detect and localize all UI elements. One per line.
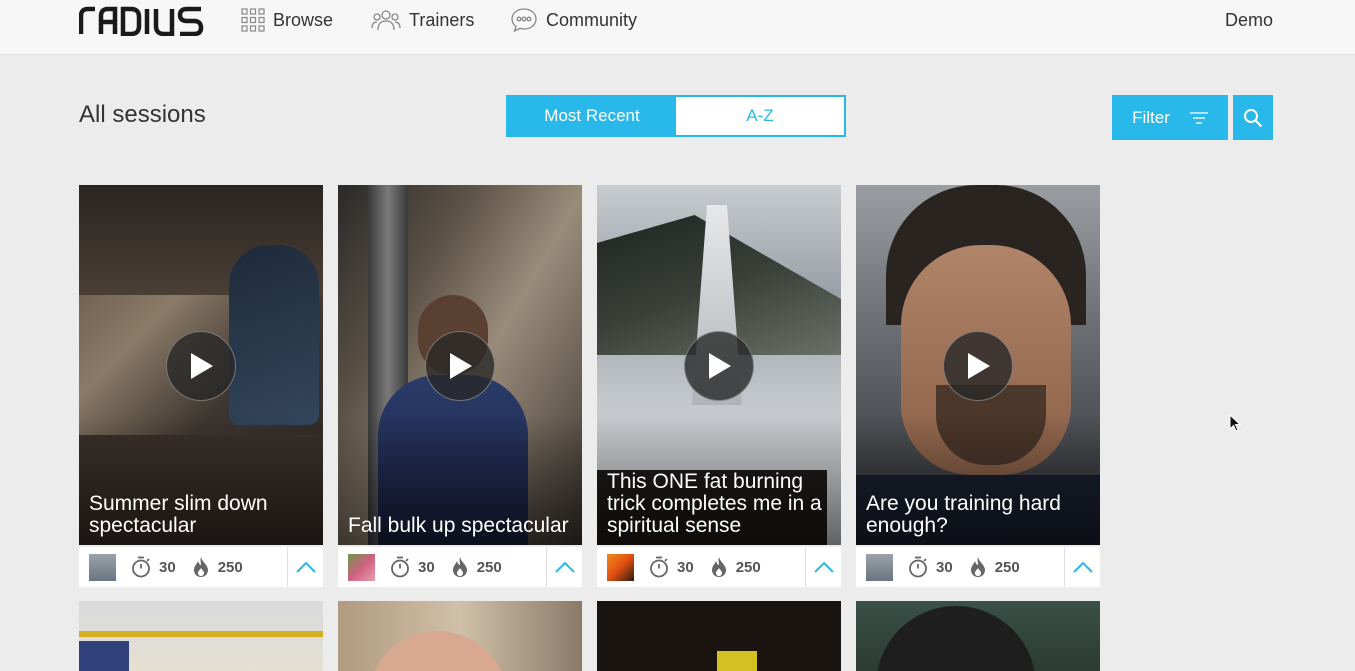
duration-value: 30 <box>936 558 953 576</box>
session-meta: 30 250 <box>597 547 841 587</box>
top-nav: Browse Trainers Community Demo <box>0 0 1355 55</box>
calories-value: 250 <box>476 558 502 576</box>
nav-trainers-label: Trainers <box>409 9 475 30</box>
calories-stat: 250 <box>710 556 761 578</box>
stopwatch-icon <box>650 556 668 578</box>
expand-button[interactable] <box>1064 547 1100 587</box>
session-card-thumbnail[interactable] <box>338 601 582 671</box>
stopwatch-icon <box>909 556 927 578</box>
play-icon <box>450 353 472 379</box>
session-thumbnail[interactable]: Are you training hard enough? <box>856 185 1100 545</box>
session-meta: 30 250 <box>79 547 323 587</box>
session-title: This ONE fat burning trick completes me … <box>607 470 822 537</box>
nav-community-label: Community <box>546 9 638 30</box>
stopwatch-icon <box>391 556 409 578</box>
session-card[interactable]: Are you training hard enough? 30 250 <box>856 185 1100 587</box>
chat-bubble-icon <box>511 8 537 33</box>
duration-value: 30 <box>159 558 176 576</box>
session-card-thumbnail[interactable] <box>79 601 323 671</box>
mouse-cursor <box>1229 414 1241 432</box>
flame-icon <box>452 557 467 577</box>
grid-icon <box>241 8 265 32</box>
search-icon <box>1244 108 1263 127</box>
chevron-up-icon <box>813 561 834 573</box>
page-title: All sessions <box>79 101 206 128</box>
flame-icon <box>193 557 208 577</box>
nav-browse-label: Browse <box>273 9 334 30</box>
duration-value: 30 <box>677 558 694 576</box>
calories-value: 250 <box>217 558 243 576</box>
play-icon <box>968 353 990 379</box>
duration-value: 30 <box>418 558 435 576</box>
sort-most-recent-button[interactable]: Most Recent <box>508 97 676 135</box>
session-thumbnail[interactable]: This ONE fat burning trick completes me … <box>597 185 841 545</box>
calories-stat: 250 <box>451 556 502 578</box>
flame-icon <box>970 557 985 577</box>
expand-button[interactable] <box>287 547 323 587</box>
duration-stat: 30 <box>908 556 953 578</box>
nav-trainers[interactable]: Trainers <box>371 0 474 40</box>
session-thumbnail[interactable]: Summer slim down spectacular <box>79 185 323 545</box>
trainer-avatar[interactable] <box>866 553 893 581</box>
expand-button[interactable] <box>805 547 841 587</box>
session-thumbnail[interactable]: Fall bulk up spectacular <box>338 185 582 545</box>
calories-value: 250 <box>994 558 1020 576</box>
play-button[interactable] <box>425 331 495 401</box>
session-meta: 30 250 <box>338 547 582 587</box>
sort-toggle: Most Recent A-Z <box>506 95 846 137</box>
duration-stat: 30 <box>131 556 176 578</box>
session-title: Summer slim down spectacular <box>89 492 268 537</box>
filter-lines-icon <box>1189 111 1208 124</box>
search-button[interactable] <box>1233 95 1273 140</box>
trainer-avatar[interactable] <box>607 553 634 581</box>
flame-icon <box>711 557 726 577</box>
session-card[interactable]: Summer slim down spectacular 30 250 <box>79 185 323 587</box>
calories-value: 250 <box>735 558 761 576</box>
expand-button[interactable] <box>546 547 582 587</box>
stopwatch-icon <box>132 556 150 578</box>
calories-stat: 250 <box>192 556 243 578</box>
chevron-up-icon <box>295 561 316 573</box>
nav-browse[interactable]: Browse <box>241 0 333 40</box>
filter-button[interactable]: Filter <box>1112 95 1228 140</box>
play-icon <box>709 353 731 379</box>
session-card[interactable]: Fall bulk up spectacular 30 250 <box>338 185 582 587</box>
session-title: Fall bulk up spectacular <box>348 514 569 537</box>
people-icon <box>371 10 401 31</box>
play-icon <box>191 353 213 379</box>
session-card[interactable]: This ONE fat burning trick completes me … <box>597 185 841 587</box>
session-card-thumbnail[interactable] <box>597 601 841 671</box>
session-title: Are you training hard enough? <box>866 492 1061 537</box>
chevron-up-icon <box>554 561 575 573</box>
trainer-avatar[interactable] <box>348 553 375 581</box>
trainer-avatar[interactable] <box>89 553 116 581</box>
duration-stat: 30 <box>390 556 435 578</box>
duration-stat: 30 <box>649 556 694 578</box>
session-meta: 30 250 <box>856 547 1100 587</box>
radius-logo[interactable] <box>79 4 205 36</box>
user-menu[interactable]: Demo <box>1225 0 1273 40</box>
sort-a-z-button[interactable]: A-Z <box>676 97 844 135</box>
play-button[interactable] <box>166 331 236 401</box>
chevron-up-icon <box>1072 561 1093 573</box>
filter-label: Filter <box>1132 107 1170 127</box>
calories-stat: 250 <box>969 556 1020 578</box>
play-button[interactable] <box>684 331 754 401</box>
play-button[interactable] <box>943 331 1013 401</box>
session-card-thumbnail[interactable] <box>856 601 1100 671</box>
nav-community[interactable]: Community <box>510 0 637 40</box>
